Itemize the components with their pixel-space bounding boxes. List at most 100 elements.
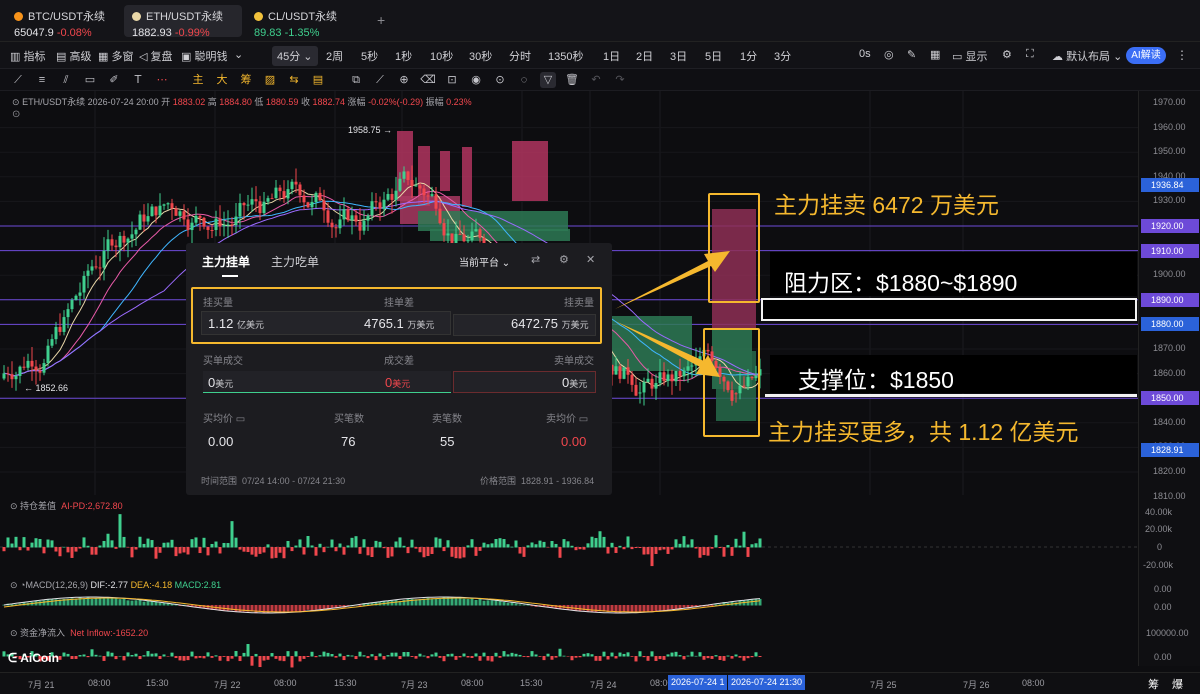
interval-item[interactable]: 5日 — [705, 48, 722, 64]
open-interest-panel[interactable] — [0, 495, 1138, 577]
candle-body — [266, 198, 270, 202]
candle-body — [110, 239, 114, 246]
candle-body — [218, 218, 222, 227]
macd-bar — [146, 600, 150, 606]
channel-tool-icon[interactable]: ⫽ — [58, 72, 74, 88]
price-axis[interactable]: 1970.001960.001950.001940.001930.001920.… — [1138, 91, 1200, 666]
time-axis[interactable]: 7月 21 08:00 15:30 7月 22 08:00 15:30 7月 2… — [0, 672, 1200, 694]
order-icon[interactable]: ▤ — [310, 72, 326, 88]
macd-bar — [646, 605, 650, 613]
settings-icon[interactable]: ⚙ — [559, 253, 569, 266]
interval-item[interactable]: 10秒 — [430, 48, 453, 64]
line-tool-icon[interactable]: ⟋ — [10, 72, 26, 88]
flow-icon[interactable]: ⇆ — [286, 72, 302, 88]
candle-body — [46, 345, 50, 364]
candle-body — [98, 267, 102, 269]
add-tab-button[interactable]: + — [377, 12, 385, 28]
text-tool-icon[interactable]: Ｔ — [130, 72, 146, 88]
candle-body — [418, 185, 422, 189]
eraser-icon[interactable]: ⌫ — [420, 72, 436, 88]
interval-item[interactable]: 3日 — [670, 48, 687, 64]
alarm-icon[interactable]: ⊙ — [492, 72, 508, 88]
undo-icon[interactable]: ↶ — [588, 72, 604, 88]
expand-icon[interactable]: ⊙ — [12, 109, 20, 120]
eye-icon[interactable]: ◉ — [468, 72, 484, 88]
inflow-bar — [350, 655, 354, 657]
oi-bar — [638, 547, 642, 549]
candle-body — [674, 370, 678, 382]
oi-bar — [98, 545, 102, 548]
inflow-bar — [390, 652, 394, 657]
legend-symbol: ETH/USDT永续 — [22, 97, 86, 107]
layout-button[interactable]: ☁ 默认布局 ⌄ — [1052, 48, 1122, 64]
oi-bar — [218, 547, 222, 554]
tab-btc[interactable]: BTC/USDT永续 65047.9 -0.08% — [6, 5, 118, 39]
platform-select[interactable]: 当前平台 ⌄ — [459, 254, 510, 269]
interval-item[interactable]: 1日 — [603, 48, 620, 64]
multi-window-button[interactable]: ▦ 多窗 — [98, 48, 133, 64]
chevron-down-icon[interactable]: ⌄ — [234, 48, 243, 61]
indicator-button[interactable]: ▥ 指标 — [10, 48, 45, 64]
ruler-icon[interactable]: ⟋ — [372, 72, 388, 88]
inflow-bar — [258, 656, 262, 668]
big-order-button[interactable]: 大 — [214, 72, 230, 88]
fullscreen-icon[interactable]: ⛶ — [1026, 48, 1034, 61]
inflow-bar — [210, 656, 214, 658]
replay-button[interactable]: ◁ 复盘 — [139, 48, 173, 64]
interval-item[interactable]: 2周 — [326, 48, 343, 64]
ai-analysis-button[interactable]: AI解读 — [1126, 47, 1166, 64]
interval-item[interactable]: 5秒 — [361, 48, 378, 64]
brush-tool-icon[interactable]: ✐ — [106, 72, 122, 88]
close-icon[interactable]: ✕ — [586, 253, 595, 266]
interval-item[interactable]: 1350秒 — [548, 48, 583, 64]
lock-icon[interactable]: ⊡ — [444, 72, 460, 88]
inflow-bar — [398, 656, 402, 660]
sub3-legend: ⊙ 资金净流入 Net Inflow:-1652.20 — [10, 628, 149, 638]
oi-bar — [482, 542, 486, 548]
zoom-in-icon[interactable]: ⊕ — [396, 72, 412, 88]
advanced-button[interactable]: ▤ 高级 — [56, 48, 91, 64]
interval-item[interactable]: 0s — [859, 48, 871, 60]
edit-icon[interactable]: ✎ — [907, 48, 916, 61]
tab-eth[interactable]: ETH/USDT永续 1882.93 -0.99% — [124, 5, 242, 39]
candle-body — [26, 360, 30, 368]
magnet-icon[interactable]: ◌ — [516, 72, 532, 88]
collapse-icon[interactable]: ⊙ — [12, 97, 20, 107]
interval-item[interactable]: 3分 — [774, 48, 791, 64]
inflow-bar — [346, 654, 350, 657]
interval-item[interactable]: 1秒 — [395, 48, 412, 64]
measure-tool-icon[interactable]: ⋯ — [154, 72, 170, 88]
tab-main-orders[interactable]: 主力挂单 — [202, 253, 250, 270]
hline-tool-icon[interactable]: ≡ — [34, 72, 50, 88]
redo-icon[interactable]: ↷ — [612, 72, 628, 88]
copy-icon[interactable]: ⧉ — [348, 72, 364, 88]
smart-money-button[interactable]: ▣ 聪明钱 — [181, 48, 227, 64]
rect-tool-icon[interactable]: ▭ — [82, 72, 98, 88]
camera-icon[interactable]: ◎ — [884, 48, 894, 61]
filter-icon[interactable]: ▽ — [540, 72, 556, 88]
delete-icon[interactable]: 🗑 — [564, 72, 580, 88]
price-badge: 1850.00 — [1141, 391, 1199, 406]
main-force-button[interactable]: 主 — [190, 72, 206, 88]
swap-icon[interactable]: ⇄ — [531, 253, 540, 266]
tab-cl[interactable]: CL/USDT永续 89.83 -1.35% — [246, 5, 358, 39]
interval-item[interactable]: 1分 — [740, 48, 757, 64]
more-icon[interactable]: ⋮ — [1176, 48, 1188, 62]
settings-icon[interactable]: ⚙ — [1002, 48, 1012, 61]
grid-icon[interactable]: ▦ — [930, 48, 940, 61]
liquidation-toggle-button[interactable]: 爆 — [1172, 676, 1183, 692]
candle-body — [462, 234, 466, 242]
oi-bar — [698, 547, 702, 558]
chip-button[interactable]: 筹 — [238, 72, 254, 88]
interval-selected[interactable]: 45分 ⌄ — [272, 46, 318, 66]
interval-item[interactable]: 2日 — [636, 48, 653, 64]
interval-item[interactable]: 30秒 — [469, 48, 492, 64]
display-button[interactable]: ▭ 显示 — [952, 48, 987, 64]
tab-main-fills[interactable]: 主力吃单 — [271, 253, 319, 270]
chip-toggle-button[interactable]: 筹 — [1148, 676, 1159, 692]
inflow-panel[interactable] — [0, 622, 1138, 672]
macd-bar — [518, 604, 522, 606]
heatmap-icon[interactable]: ▨ — [262, 72, 278, 88]
oi-bar — [714, 535, 718, 548]
interval-item[interactable]: 分时 — [509, 48, 531, 64]
